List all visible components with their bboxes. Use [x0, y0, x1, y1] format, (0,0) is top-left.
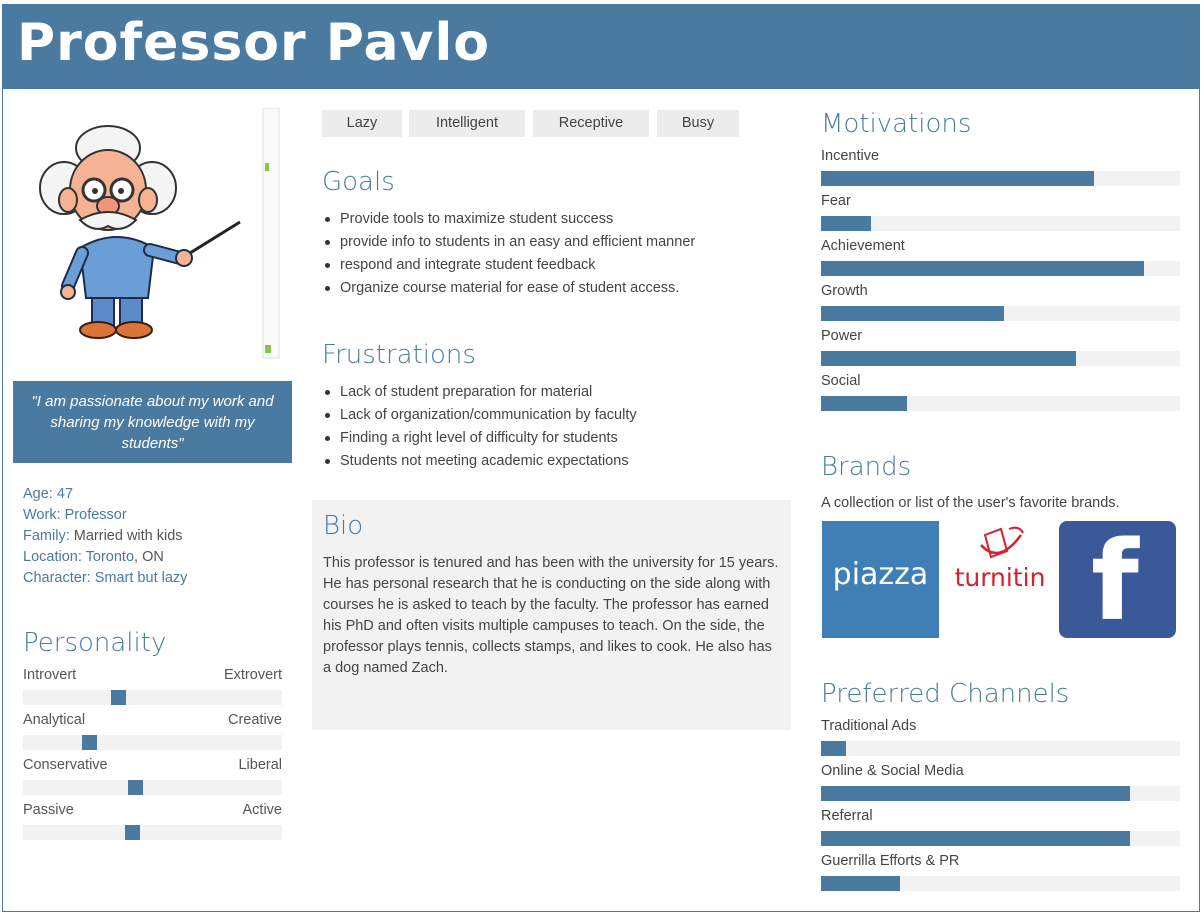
- tag-lazy: Lazy: [322, 110, 402, 137]
- motivation-bar-track: [821, 171, 1180, 186]
- motivation-label: Power: [821, 328, 863, 344]
- header-banner: Professor Pavlo: [3, 5, 1199, 89]
- bio-heading: Bio: [323, 511, 364, 541]
- channel-bar-fill: [821, 741, 846, 756]
- channel-label: Online & Social Media: [821, 763, 964, 779]
- turnitin-logo: turnitin: [945, 521, 1055, 638]
- info-location: Location: Toronto, ON: [23, 549, 164, 565]
- channel-bar-track: [821, 876, 1180, 891]
- list-item: Finding a right level of difficulty for …: [322, 427, 637, 450]
- channel-bar-fill: [821, 831, 1130, 846]
- channel-label: Guerrilla Efforts & PR: [821, 853, 960, 869]
- facebook-logo: f: [1059, 521, 1176, 638]
- list-item: respond and integrate student feedback: [322, 254, 695, 277]
- channel-label: Traditional Ads: [821, 718, 917, 734]
- personality-heading: Personality: [23, 628, 167, 658]
- motivation-label: Incentive: [821, 148, 880, 164]
- trait-left-label: Passive: [23, 802, 74, 818]
- tag-busy: Busy: [657, 110, 739, 137]
- trait-right-label: Active: [242, 802, 283, 818]
- channel-bar-fill: [821, 876, 900, 891]
- brands-heading: Brands: [821, 452, 912, 482]
- list-item: provide info to students in an easy and …: [322, 231, 695, 254]
- motivation-label: Fear: [821, 193, 851, 209]
- channels-heading: Preferred Channels: [821, 679, 1070, 709]
- trait-right-label: Extrovert: [223, 667, 282, 683]
- bio-text: This professor is tenured and has been w…: [323, 555, 779, 676]
- trait-slider-track: [23, 780, 282, 795]
- piazza-logo: piazza: [822, 521, 939, 638]
- trait-right-label: Creative: [228, 712, 282, 728]
- persona-quote: "I am passionate about my work and shari…: [13, 381, 292, 463]
- motivation-bar-track: [821, 351, 1180, 366]
- goals-heading: Goals: [322, 167, 395, 197]
- frustrations-heading: Frustrations: [322, 340, 476, 370]
- motivations-heading: Motivations: [821, 109, 972, 139]
- tag-receptive: Receptive: [533, 110, 649, 137]
- persona-info: Age: 47 Work: Professor Family: Married …: [23, 484, 187, 589]
- page-title: Professor Pavlo: [17, 13, 490, 73]
- trait-slider-track: [23, 735, 282, 750]
- motivation-bar-fill: [821, 171, 1094, 186]
- trait-right-label: Liberal: [238, 757, 282, 773]
- trait-slider-thumb: [125, 825, 140, 840]
- trait-slider-track: [23, 825, 282, 840]
- motivation-bar-fill: [821, 351, 1076, 366]
- trait-left-label: Analytical: [23, 712, 86, 728]
- channel-label: Referral: [821, 808, 873, 824]
- channel-bar-track: [821, 831, 1180, 846]
- trait-slider-thumb: [82, 735, 97, 750]
- goals-list: Provide tools to maximize student succes…: [322, 208, 695, 300]
- list-item: Students not meeting academic expectatio…: [322, 450, 637, 473]
- turnitin-mark-icon: [980, 526, 1024, 559]
- motivation-bar-track: [821, 306, 1180, 321]
- info-age: Age: 47: [23, 486, 74, 502]
- tag-intelligent: Intelligent: [409, 110, 525, 137]
- info-work: Work: Professor: [23, 507, 127, 523]
- info-family: Family: Married with kids: [23, 528, 183, 544]
- trait-slider-thumb: [111, 690, 126, 705]
- professor-cartoon-icon: [22, 107, 280, 366]
- trait-left-label: Introvert: [23, 667, 77, 683]
- list-item: Organize course material for ease of stu…: [322, 277, 695, 300]
- motivation-label: Achievement: [821, 238, 905, 254]
- list-item: Provide tools to maximize student succes…: [322, 208, 695, 231]
- motivation-bar-track: [821, 216, 1180, 231]
- motivation-bar-fill: [821, 396, 907, 411]
- motivation-bar-track: [821, 396, 1180, 411]
- info-character: Character: Smart but lazy: [23, 570, 188, 586]
- brands-description: A collection or list of the user's favor…: [821, 495, 1120, 511]
- trait-slider-thumb: [128, 780, 143, 795]
- channel-bar-track: [821, 741, 1180, 756]
- list-item: Lack of organization/communication by fa…: [322, 404, 637, 427]
- channel-bar-track: [821, 786, 1180, 801]
- motivation-bar-fill: [821, 216, 871, 231]
- trait-slider-track: [23, 690, 282, 705]
- motivation-bar-fill: [821, 306, 1004, 321]
- list-item: Lack of student preparation for material: [322, 381, 637, 404]
- trait-left-label: Conservative: [23, 757, 108, 773]
- motivation-label: Social: [821, 373, 861, 389]
- motivation-bar-fill: [821, 261, 1144, 276]
- frustrations-list: Lack of student preparation for material…: [322, 381, 637, 473]
- motivation-bar-track: [821, 261, 1180, 276]
- channel-bar-fill: [821, 786, 1130, 801]
- motivation-label: Growth: [821, 283, 868, 299]
